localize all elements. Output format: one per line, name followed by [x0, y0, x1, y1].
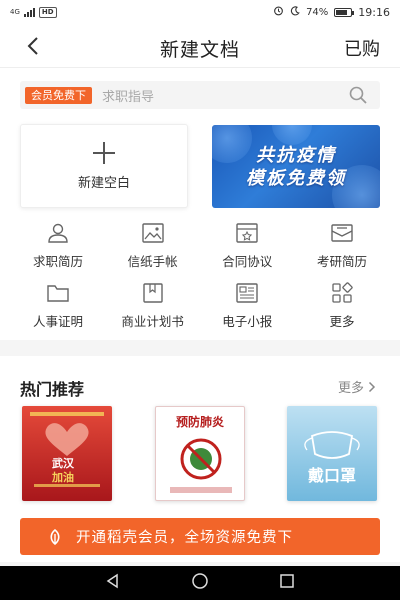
template-card[interactable]: 预防肺炎	[155, 406, 245, 501]
more-link[interactable]: 更多	[338, 377, 376, 396]
category-business-plan[interactable]: 商业计划书	[113, 281, 193, 341]
category-label: 考研简历	[316, 254, 367, 269]
search-input[interactable]: 求职指导	[102, 86, 348, 105]
book-icon	[140, 281, 166, 305]
section-title: 热门推荐	[20, 380, 85, 399]
category-hr-certificate[interactable]: 人事证明	[18, 281, 98, 341]
hd-badge: HD	[38, 6, 57, 18]
network-indicator: 4G	[10, 8, 20, 16]
category-postgrad-resume[interactable]: 考研简历	[302, 221, 382, 281]
newspaper-icon	[234, 281, 260, 305]
category-label: 信纸手帐	[127, 254, 178, 269]
template-text-bottom: 加油	[52, 471, 74, 484]
vip-free-tag: 会员免费下	[25, 86, 92, 104]
nav-home-icon[interactable]	[191, 572, 209, 594]
virus-image	[170, 438, 232, 493]
new-blank-card[interactable]: 新建空白	[20, 124, 188, 208]
person-icon	[45, 221, 71, 245]
chevron-right-icon	[368, 381, 376, 392]
clock: 19:16	[358, 5, 390, 19]
more-label: 更多	[337, 381, 364, 396]
alarm-icon	[273, 5, 284, 19]
recommend-section: 热门推荐 更多 武汉 加油 预防肺炎 戴口罩 开通稻壳会员，全场资源免费下	[0, 356, 400, 562]
category-label: 更多	[329, 314, 355, 329]
battery-icon	[334, 7, 355, 17]
new-blank-label: 新建空白	[77, 175, 130, 191]
category-label: 合同协议	[222, 254, 273, 269]
heart-hands-image	[30, 412, 104, 487]
search-bar[interactable]: 会员免费下 求职指导	[20, 81, 380, 109]
image-icon	[140, 221, 166, 245]
main-panel: 会员免费下 求职指导 新建空白 共抗疫情 模板免费领 求职简历 信纸手帐 合同协…	[0, 68, 400, 340]
template-list: 武汉 加油 预防肺炎 戴口罩	[0, 406, 400, 506]
folder-icon	[45, 281, 71, 305]
page-title: 新建文档	[159, 39, 240, 61]
system-nav-bar	[0, 566, 400, 600]
signal-icon	[23, 7, 35, 17]
more-grid-icon	[329, 281, 355, 305]
category-newsletter[interactable]: 电子小报	[207, 281, 287, 341]
category-grid: 求职简历 信纸手帐 合同协议 考研简历 人事证明 商业计划书 电子小报 更多	[0, 221, 400, 341]
battery-percent: 74%	[306, 6, 329, 18]
status-bar: 4G HD 74% 19:16	[0, 0, 400, 24]
search-icon[interactable]	[348, 85, 368, 105]
template-card[interactable]: 戴口罩	[287, 406, 377, 501]
vip-upgrade-button[interactable]: 开通稻壳会员，全场资源免费下	[20, 518, 380, 555]
inbox-icon	[329, 221, 355, 245]
template-card[interactable]: 武汉 加油	[22, 406, 112, 501]
category-label: 人事证明	[32, 314, 83, 329]
template-text-top: 戴口罩	[307, 466, 356, 485]
category-resume[interactable]: 求职简历	[18, 221, 98, 281]
category-label: 电子小报	[222, 314, 273, 329]
app-header: 新建文档 已购	[0, 24, 400, 68]
banner-line-1: 共抗疫情	[256, 144, 336, 166]
nav-back-icon[interactable]	[105, 573, 121, 593]
category-contract[interactable]: 合同协议	[207, 221, 287, 281]
category-stationery[interactable]: 信纸手帐	[113, 221, 193, 281]
mask-image	[304, 431, 360, 459]
nav-recents-icon[interactable]	[279, 573, 295, 593]
plus-icon	[93, 141, 115, 164]
vip-bar-text: 开通稻壳会员，全场资源免费下	[76, 530, 293, 546]
promo-banner[interactable]: 共抗疫情 模板免费领	[212, 125, 380, 208]
category-label: 商业计划书	[121, 314, 184, 329]
moon-icon	[290, 5, 300, 19]
contract-icon	[234, 221, 260, 245]
category-label: 求职简历	[32, 254, 83, 269]
purchased-button[interactable]: 已购	[344, 35, 380, 61]
banner-line-2: 模板免费领	[246, 167, 346, 189]
leaf-icon	[50, 528, 60, 545]
category-more[interactable]: 更多	[302, 281, 382, 341]
